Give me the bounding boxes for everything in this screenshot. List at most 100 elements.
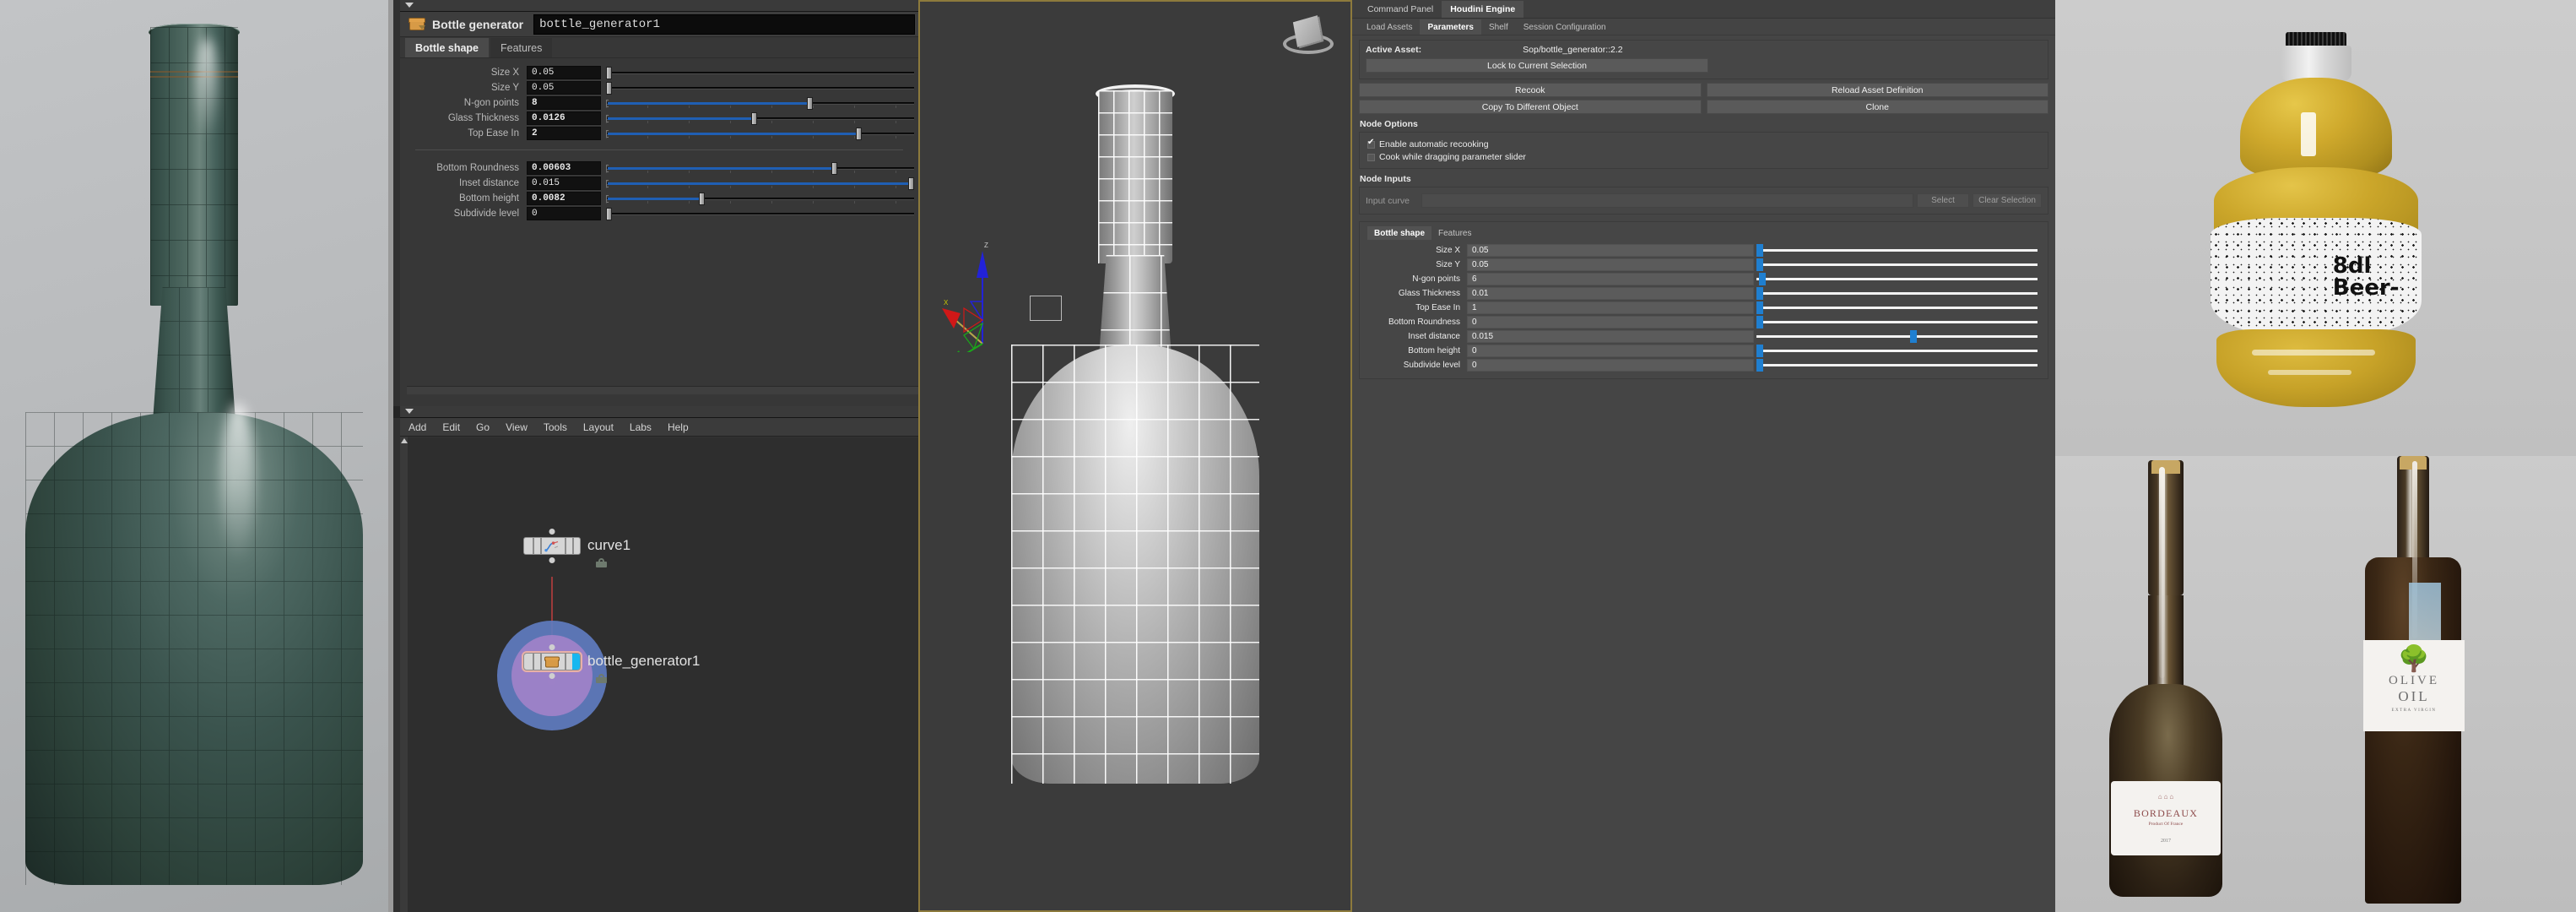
curve1-input-connector[interactable] bbox=[549, 529, 555, 535]
param-value-input[interactable]: 0.0082 bbox=[527, 192, 601, 205]
pane-splitter-middle[interactable] bbox=[400, 406, 918, 418]
he-param-slider[interactable] bbox=[1756, 359, 2038, 372]
param-row-bottom-height[interactable]: Bottom height 0.0082 bbox=[400, 191, 918, 206]
slider-knob[interactable] bbox=[699, 193, 706, 205]
bottle-generator1-output-connector[interactable] bbox=[549, 673, 555, 679]
curve1-chip[interactable] bbox=[523, 537, 581, 555]
cook-while-dragging-checkbox[interactable]: Cook while dragging parameter slider bbox=[1367, 152, 2042, 162]
network-scroll-up[interactable] bbox=[400, 437, 408, 912]
he-param-value-input[interactable]: 0 bbox=[1467, 316, 1754, 328]
he-slider-knob[interactable] bbox=[1910, 330, 1918, 343]
clone-button[interactable]: Clone bbox=[1706, 100, 2048, 114]
he-param-slider[interactable] bbox=[1756, 316, 2038, 328]
node-name-input[interactable]: bottle_generator1 bbox=[533, 14, 915, 35]
bottle-generator1-input-connector[interactable] bbox=[549, 644, 555, 650]
tab-bottle-shape[interactable]: Bottle shape bbox=[405, 38, 490, 57]
param-row-size-x[interactable]: Size X 0.05 bbox=[400, 65, 918, 80]
network-menu-help[interactable]: Help bbox=[668, 421, 689, 433]
param-slider[interactable] bbox=[606, 111, 914, 125]
he-param-row-size-y[interactable]: Size Y 0.05 bbox=[1366, 258, 2042, 272]
he-param-slider[interactable] bbox=[1756, 301, 2038, 314]
network-menu-tools[interactable]: Tools bbox=[544, 421, 567, 433]
select-button[interactable]: Select bbox=[1917, 193, 1969, 208]
he-tab-features[interactable]: Features bbox=[1431, 226, 1478, 240]
param-slider[interactable] bbox=[606, 127, 914, 140]
scroll-up-arrow-icon[interactable] bbox=[400, 438, 408, 443]
param-value-input[interactable]: 0.05 bbox=[527, 81, 601, 95]
param-row-glass-thickness[interactable]: Glass Thickness 0.0126 bbox=[400, 111, 918, 126]
he-param-value-input[interactable]: 0.05 bbox=[1467, 244, 1754, 257]
he-param-slider[interactable] bbox=[1756, 330, 2038, 343]
param-row-size-y[interactable]: Size Y 0.05 bbox=[400, 80, 918, 95]
he-slider-knob[interactable] bbox=[1758, 273, 1766, 285]
param-row-bottom-roundness[interactable]: Bottom Roundness 0.00603 bbox=[400, 160, 918, 176]
bottle-generator1-chip[interactable] bbox=[523, 653, 581, 670]
param-slider[interactable] bbox=[606, 81, 914, 95]
viewport-canvas[interactable]: Z X bbox=[920, 2, 1350, 910]
scene-viewport[interactable]: Z X bbox=[918, 0, 1352, 912]
network-menu-labs[interactable]: Labs bbox=[630, 421, 652, 433]
display-flag[interactable] bbox=[572, 654, 580, 670]
network-menu-view[interactable]: View bbox=[506, 421, 528, 433]
network-menu-add[interactable]: Add bbox=[409, 421, 426, 433]
he-slider-knob[interactable] bbox=[1756, 345, 1763, 357]
param-value-input[interactable]: 2 bbox=[527, 127, 601, 140]
param-row-n-gon-points[interactable]: N-gon points 8 bbox=[400, 95, 918, 111]
he-param-value-input[interactable]: 1 bbox=[1467, 301, 1754, 314]
he-param-slider[interactable] bbox=[1756, 273, 2038, 285]
node-bottle-generator1[interactable]: bottle_generator1 bbox=[497, 621, 700, 730]
he-param-row-n-gon-points[interactable]: N-gon points 6 bbox=[1366, 272, 2042, 286]
lock-to-current-selection-button[interactable]: Lock to Current Selection bbox=[1366, 58, 1708, 73]
he-tab-bottle-shape[interactable]: Bottle shape bbox=[1367, 226, 1432, 240]
he-param-slider[interactable] bbox=[1756, 345, 2038, 357]
network-menu-go[interactable]: Go bbox=[476, 421, 490, 433]
param-value-input[interactable]: 0 bbox=[527, 207, 601, 220]
node-curve1[interactable]: curve1 bbox=[523, 529, 630, 567]
param-value-input[interactable]: 0.0126 bbox=[527, 111, 601, 125]
tab-session-configuration[interactable]: Session Configuration bbox=[1516, 19, 1614, 35]
tab-load-assets[interactable]: Load Assets bbox=[1359, 19, 1420, 35]
he-param-row-glass-thickness[interactable]: Glass Thickness 0.01 bbox=[1366, 286, 2042, 301]
he-param-row-bottom-height[interactable]: Bottom height 0 bbox=[1366, 344, 2042, 358]
slider-knob[interactable] bbox=[606, 208, 612, 220]
slider-knob[interactable] bbox=[606, 82, 612, 95]
slider-knob[interactable] bbox=[856, 128, 863, 140]
param-slider[interactable] bbox=[606, 96, 914, 110]
param-value-input[interactable]: 0.00603 bbox=[527, 161, 601, 175]
he-param-row-size-x[interactable]: Size X 0.05 bbox=[1366, 243, 2042, 258]
tab-houdini-engine[interactable]: Houdini Engine bbox=[1442, 1, 1524, 18]
pane-splitter-top[interactable] bbox=[400, 0, 918, 12]
he-slider-knob[interactable] bbox=[1756, 359, 1763, 372]
network-canvas[interactable]: curve1 bottle_generator1 bbox=[408, 437, 918, 912]
recook-button[interactable]: Recook bbox=[1359, 83, 1702, 97]
he-param-value-input[interactable]: 6 bbox=[1467, 273, 1754, 285]
clear-selection-button[interactable]: Clear Selection bbox=[1973, 193, 2042, 208]
param-slider[interactable] bbox=[606, 176, 915, 190]
curve1-output-connector[interactable] bbox=[549, 557, 555, 563]
tab-parameters[interactable]: Parameters bbox=[1420, 19, 1481, 35]
tab-features[interactable]: Features bbox=[490, 38, 553, 57]
he-param-value-input[interactable]: 0 bbox=[1467, 345, 1754, 357]
copy-to-different-object-button[interactable]: Copy To Different Object bbox=[1359, 100, 1702, 114]
he-slider-knob[interactable] bbox=[1756, 244, 1763, 257]
param-value-input[interactable]: 8 bbox=[527, 96, 601, 110]
he-param-value-input[interactable]: 0.015 bbox=[1467, 330, 1754, 343]
he-slider-knob[interactable] bbox=[1756, 301, 1763, 314]
param-slider[interactable] bbox=[606, 207, 914, 220]
param-slider[interactable] bbox=[606, 66, 914, 79]
he-param-row-subdivide-level[interactable]: Subdivide level 0 bbox=[1366, 358, 2042, 372]
node-icon-caret-down-icon[interactable] bbox=[419, 25, 425, 30]
he-slider-knob[interactable] bbox=[1756, 287, 1763, 300]
reload-asset-definition-button[interactable]: Reload Asset Definition bbox=[1706, 83, 2048, 97]
view-cube-icon[interactable] bbox=[1281, 14, 1335, 62]
tab-shelf[interactable]: Shelf bbox=[1481, 19, 1516, 35]
transform-axis-handles[interactable]: Z X bbox=[939, 217, 1048, 352]
network-menu-layout[interactable]: Layout bbox=[583, 421, 614, 433]
slider-knob[interactable] bbox=[908, 177, 915, 190]
param-row-inset-distance[interactable]: Inset distance 0.015 bbox=[400, 176, 918, 191]
he-param-row-top-ease-in[interactable]: Top Ease In 1 bbox=[1366, 301, 2042, 315]
network-pane-menu-triangle-icon[interactable] bbox=[405, 409, 414, 414]
slider-knob[interactable] bbox=[751, 112, 758, 125]
param-slider[interactable] bbox=[606, 192, 914, 205]
pane-menu-triangle-icon[interactable] bbox=[405, 3, 414, 8]
